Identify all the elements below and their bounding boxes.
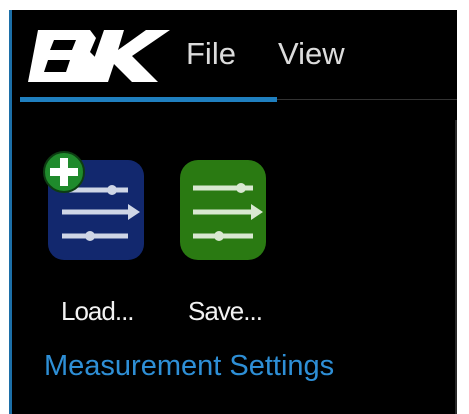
save-button[interactable] [175, 150, 270, 262]
menu-file[interactable]: File [186, 38, 236, 69]
window-frame-right [457, 0, 469, 414]
active-menu-indicator [20, 97, 277, 102]
save-settings-icon [180, 160, 266, 260]
ribbon-group-title: Measurement Settings [44, 350, 335, 382]
save-button-label[interactable]: Save... [188, 296, 263, 327]
window-frame-top [0, 0, 469, 10]
load-button[interactable] [40, 150, 148, 262]
load-settings-icon [43, 151, 144, 260]
menu-view[interactable]: View [278, 38, 345, 69]
bk-logo: BK [20, 20, 174, 90]
load-button-label[interactable]: Load... [61, 296, 135, 327]
ribbon-group-divider [455, 120, 457, 414]
menu-divider [277, 99, 457, 100]
